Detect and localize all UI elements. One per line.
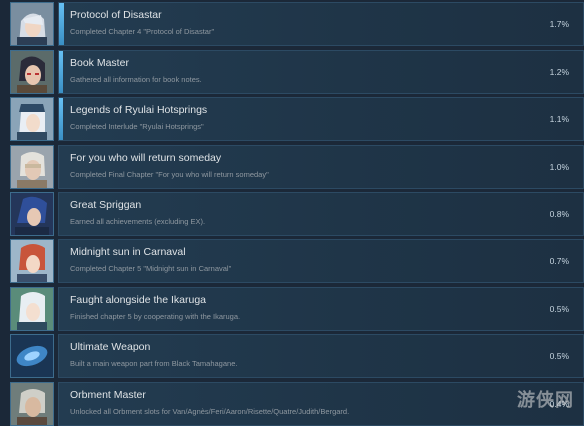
achievement-description: Gathered all information for book notes. bbox=[70, 75, 202, 84]
progress-bar bbox=[59, 98, 63, 140]
achievement-row[interactable]: Faught alongside the Ikaruga Finished ch… bbox=[10, 287, 584, 331]
achievement-description: Built a main weapon part from Black Tama… bbox=[70, 359, 238, 368]
achievement-title: Great Spriggan bbox=[70, 199, 142, 211]
achievement-card: Legends of Ryulai Hotsprings Completed I… bbox=[58, 97, 584, 141]
achievement-description: Unlocked all Orbment slots for Van/Agnès… bbox=[70, 407, 350, 416]
achievement-row[interactable]: Protocol of Disastar Completed Chapter 4… bbox=[10, 2, 584, 46]
achievement-percent: 1.7% bbox=[549, 19, 569, 29]
character-portrait-white-hair-cap-icon bbox=[10, 97, 54, 141]
achievement-title: For you who will return someday bbox=[70, 152, 222, 164]
achievement-percent: 0.5% bbox=[549, 351, 569, 361]
achievement-description: Earned all achievements (excluding EX). bbox=[70, 217, 206, 226]
watermark: 游侠网 bbox=[517, 390, 574, 410]
achievement-description: Completed Chapter 4 "Protocol of Disasta… bbox=[70, 27, 215, 36]
character-portrait-red-hair-icon bbox=[10, 239, 54, 283]
achievement-card: Great Spriggan Earned all achievements (… bbox=[58, 192, 584, 236]
achievement-title: Orbment Master bbox=[70, 389, 146, 401]
achievement-description: Completed Chapter 5 "Midnight sun in Car… bbox=[70, 264, 232, 273]
achievement-percent: 0.7% bbox=[549, 256, 569, 266]
achievement-row[interactable]: Book Master Gathered all information for… bbox=[10, 50, 584, 94]
achievement-description: Completed Interlude "Ryulai Hotsprings" bbox=[70, 122, 204, 131]
character-portrait-silver-hair-icon bbox=[10, 2, 54, 46]
achievement-card: Ultimate Weapon Built a main weapon part… bbox=[58, 334, 584, 378]
achievement-card: Faught alongside the Ikaruga Finished ch… bbox=[58, 287, 584, 331]
achievement-title: Ultimate Weapon bbox=[70, 341, 151, 353]
achievement-title: Midnight sun in Carnaval bbox=[70, 246, 186, 258]
achievement-percent: 0.5% bbox=[549, 304, 569, 314]
achievement-title: Protocol of Disastar bbox=[70, 9, 162, 21]
achievement-row[interactable]: Orbment Master Unlocked all Orbment slot… bbox=[10, 382, 584, 426]
achievement-title: Legends of Ryulai Hotsprings bbox=[70, 104, 208, 116]
achievement-row[interactable]: For you who will return someday Complete… bbox=[10, 145, 584, 189]
achievement-description: Completed Final Chapter "For you who wil… bbox=[70, 170, 269, 179]
character-portrait-blue-hair-icon bbox=[10, 192, 54, 236]
achievement-card: Orbment Master Unlocked all Orbment slot… bbox=[58, 382, 584, 426]
achievement-card: Book Master Gathered all information for… bbox=[58, 50, 584, 94]
achievement-percent: 0.8% bbox=[549, 209, 569, 219]
progress-bar bbox=[59, 51, 63, 93]
character-portrait-dark-hair-red-eyes-icon bbox=[10, 50, 54, 94]
achievement-row[interactable]: Midnight sun in Carnaval Completed Chapt… bbox=[10, 239, 584, 283]
achievement-title: Book Master bbox=[70, 57, 129, 69]
achievement-description: Finished chapter 5 by cooperating with t… bbox=[70, 312, 241, 321]
character-portrait-white-hair-green-icon bbox=[10, 287, 54, 331]
weapon-part-icon bbox=[10, 334, 54, 378]
achievement-row[interactable]: Legends of Ryulai Hotsprings Completed I… bbox=[10, 97, 584, 141]
achievement-card: Midnight sun in Carnaval Completed Chapt… bbox=[58, 239, 584, 283]
achievement-card: For you who will return someday Complete… bbox=[58, 145, 584, 189]
character-portrait-masked-bandage-icon bbox=[10, 145, 54, 189]
achievement-percent: 1.1% bbox=[549, 114, 569, 124]
achievement-row[interactable]: Ultimate Weapon Built a main weapon part… bbox=[10, 334, 584, 378]
achievement-percent: 1.2% bbox=[549, 67, 569, 77]
achievement-card: Protocol of Disastar Completed Chapter 4… bbox=[58, 2, 584, 46]
character-portrait-old-man-icon bbox=[10, 382, 54, 426]
achievement-title: Faught alongside the Ikaruga bbox=[70, 294, 207, 306]
achievement-percent: 1.0% bbox=[549, 162, 569, 172]
achievement-row[interactable]: Great Spriggan Earned all achievements (… bbox=[10, 192, 584, 236]
progress-bar bbox=[59, 3, 64, 45]
